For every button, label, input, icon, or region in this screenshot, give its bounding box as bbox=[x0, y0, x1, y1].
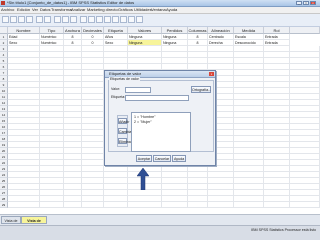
status-text: IBM SPSS Statistics Processor está listo bbox=[251, 228, 316, 232]
empty-cell[interactable] bbox=[128, 202, 162, 208]
spss-app-icon bbox=[1, 1, 5, 5]
remove-button[interactable]: Eliminar bbox=[118, 138, 132, 144]
find-icon[interactable] bbox=[80, 16, 87, 23]
weight-cases-icon[interactable] bbox=[112, 16, 119, 23]
col-header-alineacion[interactable]: Alineación bbox=[208, 27, 234, 34]
tab-data-view[interactable]: Vista de datos bbox=[1, 216, 21, 231]
menu-edicion[interactable]: Edición bbox=[17, 7, 30, 13]
col-header-tipo[interactable]: Tipo bbox=[40, 27, 64, 34]
col-header-etiqueta[interactable]: Etiqueta bbox=[104, 27, 128, 34]
label-field-label: Etiqueta: bbox=[111, 95, 126, 99]
label-input[interactable] bbox=[125, 95, 189, 101]
col-header-decimales[interactable]: Decimales bbox=[82, 27, 104, 34]
status-bar: IBM SPSS Statistics Processor está listo bbox=[0, 225, 320, 240]
col-header-rol[interactable]: Rol bbox=[264, 27, 290, 34]
accept-button[interactable]: Aceptar bbox=[136, 155, 152, 162]
menu-ventana[interactable]: Ventana bbox=[151, 7, 166, 13]
menu-ayuda[interactable]: Ayuda bbox=[166, 7, 177, 13]
insert-variable-icon[interactable] bbox=[96, 16, 103, 23]
corner-header bbox=[0, 27, 8, 34]
menu-transformar[interactable]: Transformar bbox=[51, 7, 73, 13]
menu-graficos[interactable]: Gráficos bbox=[118, 7, 133, 13]
col-header-empty bbox=[290, 27, 320, 34]
maximize-button[interactable]: □ bbox=[303, 1, 309, 5]
empty-cell[interactable] bbox=[104, 202, 128, 208]
dialog-close-icon[interactable]: x bbox=[209, 72, 214, 76]
menu-bar: Archivo Edición Ver Datos Transformar An… bbox=[0, 7, 320, 14]
value-labels-dialog: Etiquetas de valor x Etiquetas de valor … bbox=[104, 70, 216, 166]
dialog-recall-icon[interactable] bbox=[26, 16, 33, 23]
title-bar: *Sin título1 [Conjunto_de_datos1] - IBM … bbox=[0, 0, 320, 7]
col-header-nombre[interactable]: Nombre bbox=[8, 27, 40, 34]
cancel-button[interactable]: Cancelar bbox=[153, 155, 171, 162]
open-icon[interactable] bbox=[2, 16, 9, 23]
empty-cell[interactable] bbox=[64, 202, 82, 208]
spelling-button[interactable]: Ortografía... bbox=[191, 86, 211, 93]
redo-icon[interactable] bbox=[44, 16, 51, 23]
window-title: *Sin título1 [Conjunto_de_datos1] - IBM … bbox=[7, 0, 135, 5]
empty-cell[interactable] bbox=[40, 202, 64, 208]
print-icon[interactable] bbox=[18, 16, 25, 23]
empty-cell[interactable] bbox=[290, 202, 320, 208]
col-header-perdidos[interactable]: Perdidos bbox=[162, 27, 188, 34]
value-input[interactable] bbox=[125, 87, 151, 93]
list-action-buttons: Añadir Cambiar Eliminar bbox=[117, 115, 133, 147]
menu-datos[interactable]: Datos bbox=[40, 7, 50, 13]
col-header-columnas[interactable]: Columnas bbox=[188, 27, 208, 34]
empty-cell[interactable] bbox=[162, 202, 188, 208]
value-field-label: Valor: bbox=[111, 87, 121, 91]
save-icon[interactable] bbox=[10, 16, 17, 23]
empty-cell[interactable] bbox=[234, 202, 264, 208]
menu-analizar[interactable]: Analizar bbox=[71, 7, 85, 13]
empty-cell[interactable] bbox=[82, 202, 104, 208]
value-labels-list[interactable]: 1 = "Hombre" 2 = "Mujer" bbox=[131, 112, 191, 152]
menu-utilidades[interactable]: Utilidades bbox=[134, 7, 152, 13]
goto-variable-icon[interactable] bbox=[62, 16, 69, 23]
col-header-valores[interactable]: Valores bbox=[128, 27, 162, 34]
split-file-icon[interactable] bbox=[104, 16, 111, 23]
change-button[interactable]: Cambiar bbox=[118, 128, 133, 134]
insert-cases-icon[interactable] bbox=[88, 16, 95, 23]
menu-archivo[interactable]: Archivo bbox=[1, 7, 14, 13]
menu-marketing-directo[interactable]: Marketing directo bbox=[87, 7, 118, 13]
help-button[interactable]: Ayuda bbox=[172, 155, 186, 162]
empty-cell[interactable] bbox=[188, 202, 208, 208]
list-item[interactable]: 2 = "Mujer" bbox=[134, 120, 152, 125]
value-labels-icon[interactable] bbox=[128, 16, 135, 23]
toolbar bbox=[0, 14, 320, 27]
pointer-arrow-icon bbox=[137, 168, 149, 190]
empty-cell[interactable] bbox=[8, 202, 40, 208]
use-variable-sets-icon[interactable] bbox=[136, 16, 143, 23]
variables-icon[interactable] bbox=[70, 16, 77, 23]
menu-ver[interactable]: Ver bbox=[32, 7, 38, 13]
col-header-anchura[interactable]: Anchura bbox=[64, 27, 82, 34]
col-header-medida[interactable]: Medida bbox=[234, 27, 264, 34]
group-label: Etiquetas de valor bbox=[109, 77, 140, 82]
tab-variable-view[interactable]: Vista de variables bbox=[21, 216, 47, 231]
spss-window: *Sin título1 [Conjunto_de_datos1] - IBM … bbox=[0, 0, 320, 240]
select-cases-icon[interactable] bbox=[120, 16, 127, 23]
empty-cell[interactable] bbox=[208, 202, 234, 208]
add-button[interactable]: Añadir bbox=[118, 118, 129, 124]
row-number[interactable]: 29 bbox=[0, 202, 8, 208]
view-tabs-bar: Vista de datos Vista de variables bbox=[0, 214, 320, 231]
minimize-button[interactable]: _ bbox=[296, 1, 302, 5]
empty-cell[interactable] bbox=[264, 202, 290, 208]
close-button[interactable]: x bbox=[310, 1, 316, 5]
undo-icon[interactable] bbox=[36, 16, 43, 23]
goto-case-icon[interactable] bbox=[54, 16, 61, 23]
